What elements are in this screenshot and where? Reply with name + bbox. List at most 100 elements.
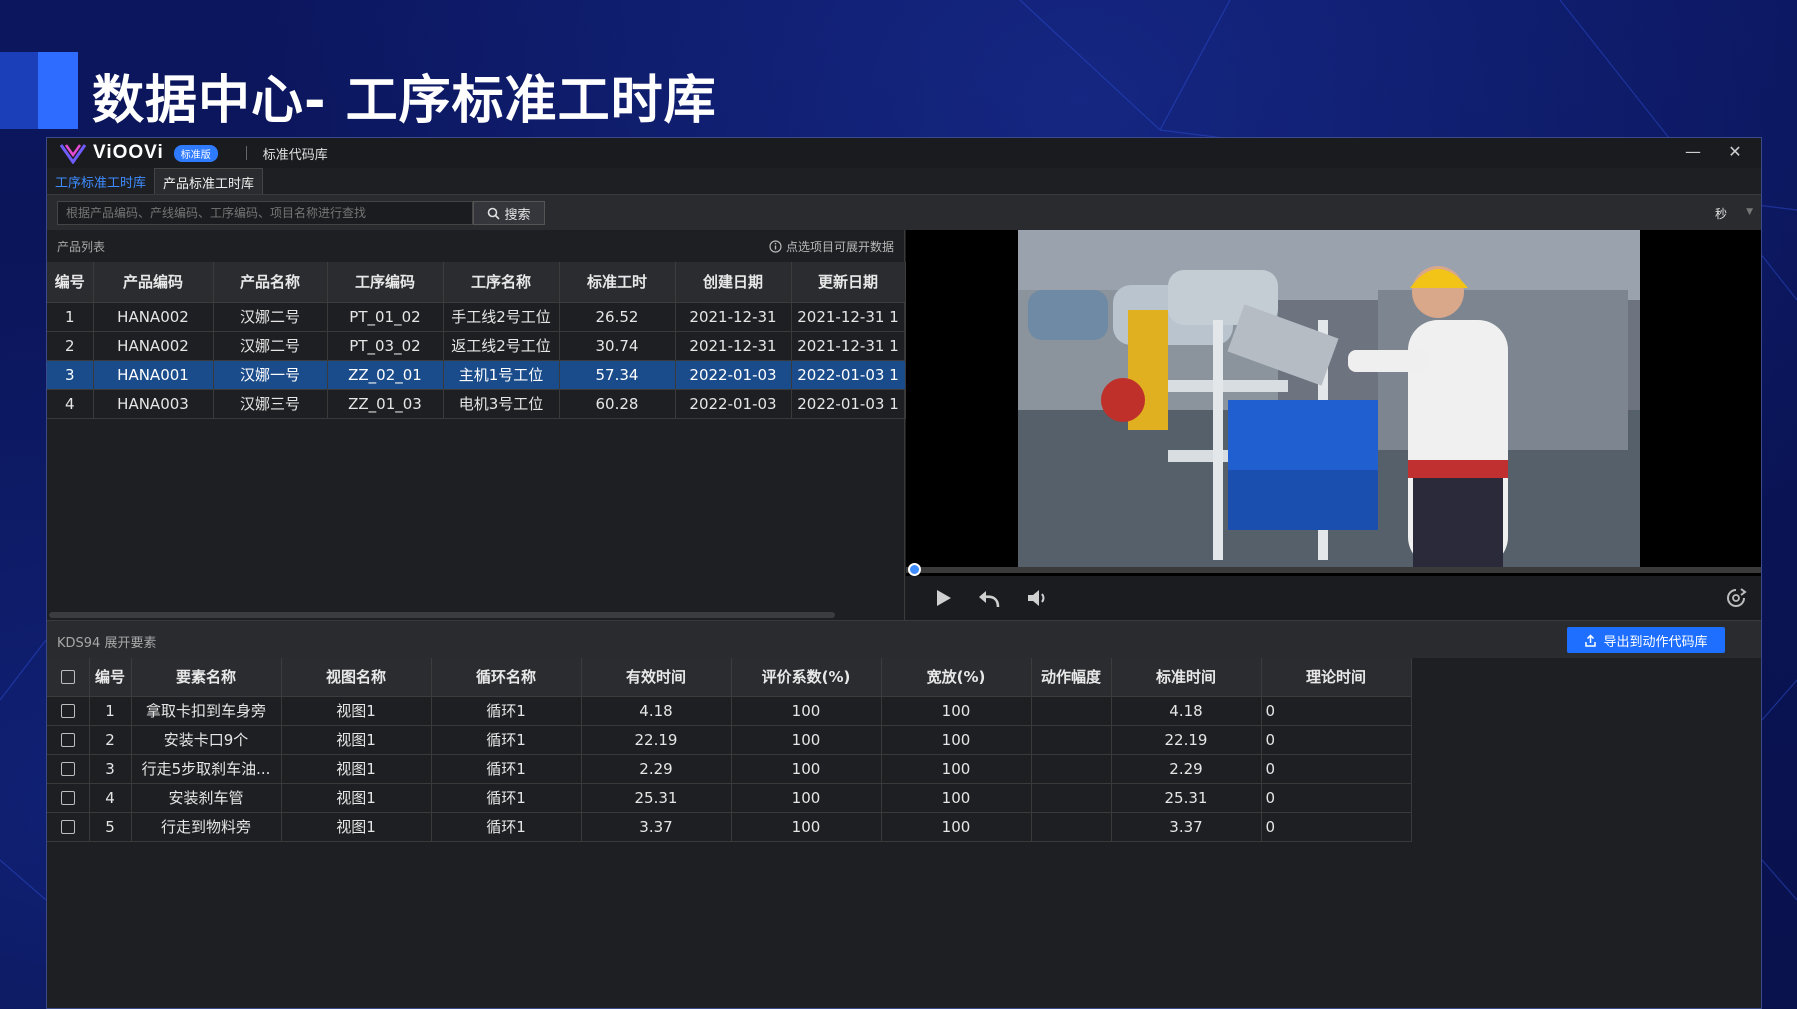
row-checkbox-cell[interactable] — [47, 696, 89, 725]
loop-speed-icon[interactable] — [1723, 586, 1749, 610]
cell: 汉娜一号 — [213, 360, 327, 389]
cell — [1031, 783, 1111, 812]
elements-title: KDS94 展开要素 — [57, 632, 156, 651]
col-updated-date[interactable]: 更新日期 — [791, 262, 905, 302]
cell: PT_03_02 — [327, 331, 443, 360]
play-icon[interactable] — [930, 586, 956, 610]
col-standard-time[interactable]: 标准时间 — [1111, 658, 1261, 696]
row-checkbox[interactable] — [61, 762, 75, 776]
cell: 57.34 — [559, 360, 675, 389]
cell: 视图1 — [281, 725, 431, 754]
cell: 4.18 — [1111, 696, 1261, 725]
table-row[interactable]: 4 HANA003 汉娜三号 ZZ_01_03 电机3号工位 60.28 202… — [47, 389, 905, 418]
cell: 安装刹车管 — [131, 783, 281, 812]
col-cycle-name[interactable]: 循环名称 — [431, 658, 581, 696]
video-controls — [906, 576, 1762, 620]
col-theoretical-time[interactable]: 理论时间 — [1261, 658, 1411, 696]
export-icon — [1584, 634, 1597, 647]
tab-process-standard-time[interactable]: 工序标准工时库 — [47, 168, 154, 194]
cell: 100 — [881, 725, 1031, 754]
cell: 电机3号工位 — [443, 389, 559, 418]
row-checkbox-cell[interactable] — [47, 812, 89, 841]
horizontal-scrollbar[interactable] — [49, 612, 835, 618]
table-row[interactable]: 3 行走5步取刹车油... 视图1 循环1 2.29 100 100 2.29 … — [47, 754, 1411, 783]
cell: 30.74 — [559, 331, 675, 360]
cell: 视图1 — [281, 812, 431, 841]
elements-header: KDS94 展开要素 导出到动作代码库 — [47, 620, 1761, 658]
table-row-selected[interactable]: 3 HANA001 汉娜一号 ZZ_02_01 主机1号工位 57.34 202… — [47, 360, 905, 389]
cell — [1031, 754, 1111, 783]
col-select-all[interactable] — [47, 658, 89, 696]
col-process-name[interactable]: 工序名称 — [443, 262, 559, 302]
tab-product-standard-time[interactable]: 产品标准工时库 — [154, 168, 263, 194]
search-button[interactable]: 搜索 — [473, 201, 545, 225]
viovi-logo-icon — [59, 142, 87, 164]
col-standard-time[interactable]: 标准工时 — [559, 262, 675, 302]
table-row[interactable]: 1 HANA002 汉娜二号 PT_01_02 手工线2号工位 26.52 20… — [47, 302, 905, 331]
col-product-code[interactable]: 产品编码 — [93, 262, 213, 302]
row-checkbox[interactable] — [61, 733, 75, 747]
col-id[interactable]: 编号 — [89, 658, 131, 696]
cell: 视图1 — [281, 754, 431, 783]
col-motion-range[interactable]: 动作幅度 — [1031, 658, 1111, 696]
video-frame[interactable] — [1018, 230, 1640, 567]
table-row[interactable]: 5 行走到物料旁 视图1 循环1 3.37 100 100 3.37 0 — [47, 812, 1411, 841]
cell: 5 — [89, 812, 131, 841]
cell: 行走5步取刹车油... — [131, 754, 281, 783]
col-view-name[interactable]: 视图名称 — [281, 658, 431, 696]
table-row[interactable]: 2 HANA002 汉娜二号 PT_03_02 返工线2号工位 30.74 20… — [47, 331, 905, 360]
cell: 2.29 — [581, 754, 731, 783]
cell: 25.31 — [581, 783, 731, 812]
cell: 视图1 — [281, 696, 431, 725]
product-table: 编号 产品编码 产品名称 工序编码 工序名称 标准工时 创建日期 更新日期 1 … — [47, 262, 906, 419]
col-effective-time[interactable]: 有效时间 — [581, 658, 731, 696]
export-button-label: 导出到动作代码库 — [1603, 631, 1707, 650]
col-element-name[interactable]: 要素名称 — [131, 658, 281, 696]
cell: 100 — [881, 812, 1031, 841]
cell: PT_01_02 — [327, 302, 443, 331]
cell: 2021-12-31 — [675, 302, 791, 331]
cell: 拿取卡扣到车身旁 — [131, 696, 281, 725]
close-button[interactable]: ✕ — [1723, 142, 1747, 161]
cell: 0 — [1261, 783, 1411, 812]
col-id[interactable]: 编号 — [47, 262, 93, 302]
cell: 2 — [47, 331, 93, 360]
table-row[interactable]: 4 安装刹车管 视图1 循环1 25.31 100 100 25.31 0 — [47, 783, 1411, 812]
select-all-checkbox[interactable] — [61, 670, 75, 684]
cell: 2022-01-03 1 — [791, 360, 905, 389]
cell: 2022-01-03 — [675, 389, 791, 418]
cell: 0 — [1261, 812, 1411, 841]
cell: 循环1 — [431, 783, 581, 812]
row-checkbox[interactable] — [61, 820, 75, 834]
cell: ZZ_02_01 — [327, 360, 443, 389]
cell: ZZ_01_03 — [327, 389, 443, 418]
col-allowance[interactable]: 宽放(%) — [881, 658, 1031, 696]
row-checkbox-cell[interactable] — [47, 783, 89, 812]
col-created-date[interactable]: 创建日期 — [675, 262, 791, 302]
cell: 100 — [731, 754, 881, 783]
cell: HANA001 — [93, 360, 213, 389]
table-row[interactable]: 1 拿取卡扣到车身旁 视图1 循环1 4.18 100 100 4.18 0 — [47, 696, 1411, 725]
row-checkbox[interactable] — [61, 704, 75, 718]
col-process-code[interactable]: 工序编码 — [327, 262, 443, 302]
search-button-label: 搜索 — [504, 204, 530, 223]
col-product-name[interactable]: 产品名称 — [213, 262, 327, 302]
search-input[interactable] — [57, 201, 473, 225]
video-progress-handle[interactable] — [908, 563, 921, 576]
export-to-action-code-button[interactable]: 导出到动作代码库 — [1567, 627, 1725, 653]
cell: 循环1 — [431, 812, 581, 841]
cell: 4 — [89, 783, 131, 812]
col-rating-factor[interactable]: 评价系数(%) — [731, 658, 881, 696]
product-list-hint: 点选项目可展开数据 — [769, 238, 894, 255]
minimize-button[interactable]: — — [1681, 142, 1705, 161]
table-row[interactable]: 2 安装卡口9个 视图1 循环1 22.19 100 100 22.19 0 — [47, 725, 1411, 754]
undo-icon[interactable] — [976, 586, 1002, 610]
row-checkbox[interactable] — [61, 791, 75, 805]
row-checkbox-cell[interactable] — [47, 725, 89, 754]
volume-icon[interactable] — [1024, 586, 1050, 610]
info-icon — [769, 240, 782, 253]
row-checkbox-cell[interactable] — [47, 754, 89, 783]
unit-select[interactable]: 秒 — [1715, 205, 1727, 222]
chevron-down-icon[interactable]: ▼ — [1746, 207, 1753, 217]
video-progress-track[interactable] — [906, 567, 1762, 573]
